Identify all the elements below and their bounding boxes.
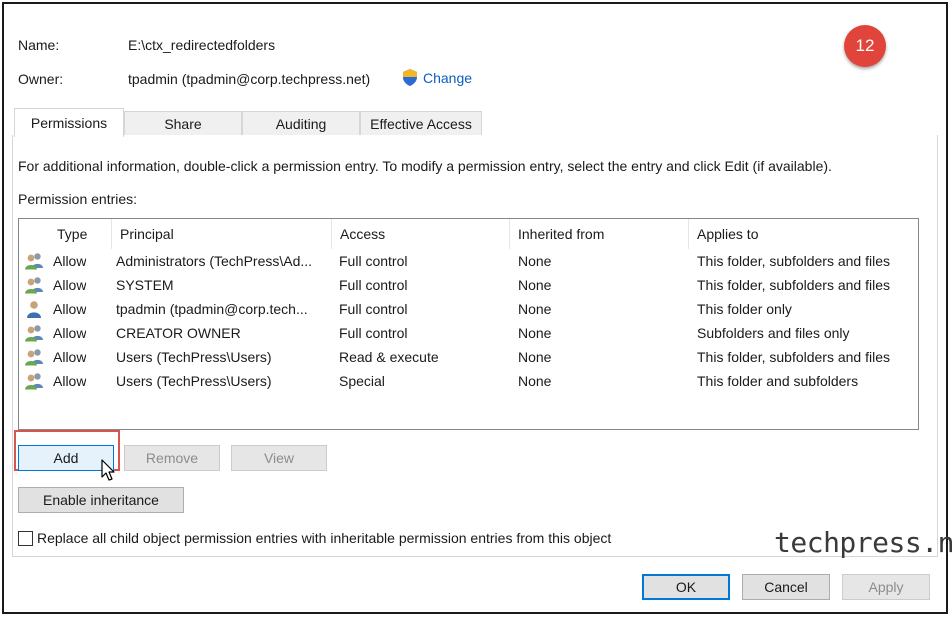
apply-button[interactable]: Apply: [842, 574, 930, 600]
object-name: E:\ctx_redirectedfolders: [128, 37, 276, 53]
column-header-type[interactable]: Type: [49, 219, 113, 249]
group-users-icon: [25, 325, 43, 342]
group-users-icon: [25, 277, 43, 294]
entry-inherited-from: None: [518, 325, 552, 341]
single-user-icon: [27, 301, 41, 318]
group-users-icon: [25, 253, 43, 270]
entry-access: Full control: [339, 325, 408, 341]
entry-inherited-from: None: [518, 301, 552, 317]
column-header-access[interactable]: Access: [332, 219, 510, 249]
owner-value: tpadmin (tpadmin@corp.techpress.net): [128, 71, 371, 87]
entry-applies-to: Subfolders and files only: [697, 325, 850, 341]
entry-applies-to: This folder and subfolders: [697, 373, 859, 389]
tab-effective-access[interactable]: Effective Access: [360, 111, 482, 136]
tab-auditing[interactable]: Auditing: [242, 111, 360, 136]
info-text: For additional information, double-click…: [18, 158, 832, 174]
cancel-button[interactable]: Cancel: [742, 574, 830, 600]
techpress-watermark: techpress.net: [774, 526, 952, 559]
enable-inheritance-button[interactable]: Enable inheritance: [18, 487, 184, 513]
entry-inherited-from: None: [518, 277, 552, 293]
table-row[interactable]: Allow Administrators (TechPress\Ad... Fu…: [19, 249, 918, 273]
entry-applies-to: This folder, subfolders and files: [697, 253, 890, 269]
entry-access: Read & execute: [339, 349, 439, 365]
advanced-security-dialog: Name: E:\ctx_redirectedfolders Owner: tp…: [2, 2, 952, 614]
group-users-icon: [25, 373, 43, 390]
entry-access: Full control: [339, 301, 408, 317]
entry-type: Allow: [53, 373, 87, 389]
change-link-label[interactable]: Change: [423, 70, 472, 86]
tab-share[interactable]: Share: [124, 111, 242, 136]
table-row[interactable]: Allow Users (TechPress\Users) Read & exe…: [19, 345, 918, 369]
entry-principal: SYSTEM: [116, 277, 174, 293]
column-header-principal[interactable]: Principal: [112, 219, 332, 249]
entry-applies-to: This folder, subfolders and files: [697, 349, 890, 365]
entry-principal: CREATOR OWNER: [116, 325, 241, 341]
entry-principal: tpadmin (tpadmin@corp.tech...: [116, 301, 308, 317]
replace-child-permissions-label[interactable]: Replace all child object permission entr…: [37, 530, 611, 546]
permission-entries-label: Permission entries:: [18, 191, 138, 207]
entry-inherited-from: None: [518, 253, 552, 269]
tab-permissions[interactable]: Permissions: [14, 108, 124, 137]
entry-access: Full control: [339, 253, 408, 269]
ok-button[interactable]: OK: [642, 574, 730, 600]
permission-entries-list[interactable]: Type Principal Access Inherited from App…: [18, 218, 919, 430]
owner-label: Owner:: [18, 71, 64, 87]
entry-applies-to: This folder, subfolders and files: [697, 277, 890, 293]
group-users-icon: [25, 349, 43, 366]
entry-type: Allow: [53, 325, 87, 341]
table-row[interactable]: Allow CREATOR OWNER Full control None Su…: [19, 321, 918, 345]
column-header-applies-to[interactable]: Applies to: [689, 219, 917, 249]
view-button[interactable]: View: [231, 445, 327, 471]
step-number-badge: 12: [844, 25, 886, 67]
mouse-cursor-icon: [101, 459, 115, 481]
name-label: Name:: [18, 37, 60, 53]
table-row[interactable]: Allow Users (TechPress\Users) Special No…: [19, 369, 918, 393]
replace-child-permissions-option[interactable]: Replace all child object permission entr…: [18, 530, 611, 546]
entry-principal: Users (TechPress\Users): [116, 373, 272, 389]
remove-button[interactable]: Remove: [124, 445, 220, 471]
entry-principal: Administrators (TechPress\Ad...: [116, 253, 313, 269]
replace-child-permissions-checkbox[interactable]: [18, 530, 33, 546]
entry-principal: Users (TechPress\Users): [116, 349, 272, 365]
entry-type: Allow: [53, 277, 87, 293]
uac-shield-icon: [403, 69, 417, 86]
entry-inherited-from: None: [518, 349, 552, 365]
table-row[interactable]: Allow SYSTEM Full control None This fold…: [19, 273, 918, 297]
entry-access: Special: [339, 373, 385, 389]
entry-type: Allow: [53, 253, 87, 269]
entry-inherited-from: None: [518, 373, 552, 389]
entry-access: Full control: [339, 277, 408, 293]
table-row[interactable]: Allow tpadmin (tpadmin@corp.tech... Full…: [19, 297, 918, 321]
entry-applies-to: This folder only: [697, 301, 792, 317]
entry-type: Allow: [53, 301, 87, 317]
entry-type: Allow: [53, 349, 87, 365]
add-button[interactable]: Add: [18, 445, 114, 471]
column-header-inherited-from[interactable]: Inherited from: [510, 219, 688, 249]
change-owner-link[interactable]: Change: [402, 69, 472, 86]
